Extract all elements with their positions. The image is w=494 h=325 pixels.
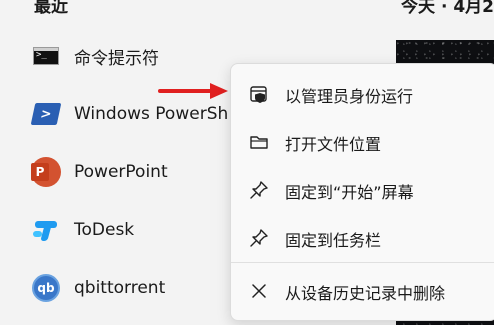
todesk-icon bbox=[30, 214, 62, 246]
menu-item-open-file-location[interactable]: 打开文件位置 bbox=[231, 118, 494, 166]
pin-icon bbox=[250, 229, 268, 247]
app-row-todesk[interactable]: ToDesk bbox=[0, 202, 230, 258]
app-name: PowerPoint bbox=[74, 162, 168, 182]
app-row-cmd[interactable]: 命令提示符 bbox=[0, 28, 230, 84]
menu-item-label: 固定到“开始”屏幕 bbox=[285, 183, 414, 202]
menu-item-pin-to-start[interactable]: 固定到“开始”屏幕 bbox=[231, 166, 494, 214]
menu-item-label: 固定到任务栏 bbox=[285, 231, 382, 250]
app-name: qbittorrent bbox=[74, 278, 166, 298]
menu-item-pin-to-taskbar[interactable]: 固定到任务栏 bbox=[231, 214, 494, 262]
app-row-powerpoint[interactable]: P PowerPoint bbox=[0, 144, 230, 200]
admin-shield-icon bbox=[250, 86, 267, 103]
menu-item-label: 打开文件位置 bbox=[285, 135, 382, 154]
pin-icon bbox=[250, 181, 268, 199]
section-title: 最近 bbox=[34, 0, 68, 17]
app-name: Windows PowerSh bbox=[74, 104, 229, 124]
app-name: ToDesk bbox=[74, 220, 135, 240]
qbittorrent-icon: qb bbox=[30, 272, 62, 304]
red-arrow-icon bbox=[158, 83, 228, 99]
menu-separator bbox=[231, 262, 494, 263]
close-icon bbox=[252, 284, 266, 298]
app-name: 命令提示符 bbox=[74, 48, 159, 69]
app-row-qbittorrent[interactable]: qb qbittorrent bbox=[0, 260, 230, 316]
menu-item-run-as-admin[interactable]: 以管理员身份运行 bbox=[231, 70, 494, 118]
menu-item-label: 以管理员身份运行 bbox=[285, 87, 414, 106]
folder-icon bbox=[250, 136, 268, 149]
recent-header: 最近 今天 · 4月2 bbox=[0, 0, 494, 18]
context-menu: 以管理员身份运行 打开文件位置 固定到“开始”屏幕 固定到任务栏 从设备历史记录… bbox=[230, 63, 494, 321]
today-label: 今天 · 4月2 bbox=[401, 0, 494, 17]
cmd-icon bbox=[30, 40, 62, 72]
menu-item-remove-from-history[interactable]: 从设备历史记录中删除 bbox=[231, 267, 494, 315]
powerpoint-icon: P bbox=[30, 156, 62, 188]
powershell-icon: > bbox=[30, 98, 62, 130]
menu-item-label: 从设备历史记录中删除 bbox=[285, 284, 446, 303]
